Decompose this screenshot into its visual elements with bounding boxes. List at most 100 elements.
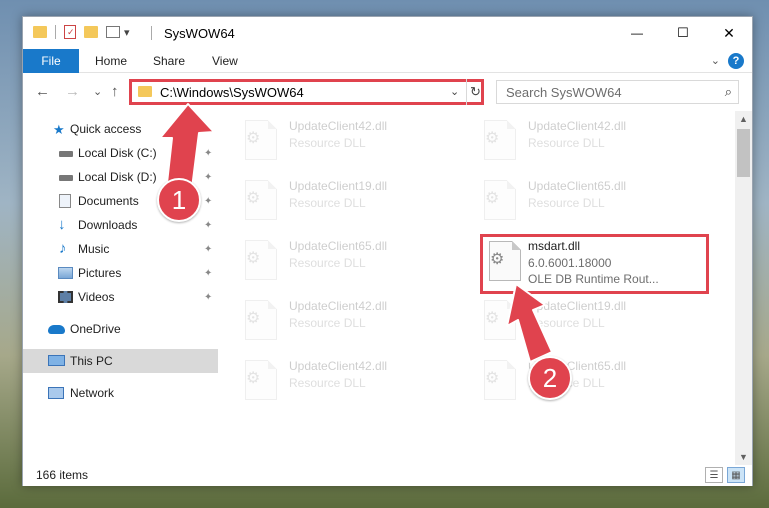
explorer-window: ✓ ▾ SysWOW64 — ☐ ✕ File Home Share View … — [22, 16, 753, 486]
tab-view[interactable]: View — [212, 49, 238, 73]
sidebar-item-label: Local Disk (C:) — [78, 146, 157, 160]
minimize-button[interactable]: — — [614, 17, 660, 49]
tab-share[interactable]: Share — [153, 49, 185, 73]
quick-access-toolbar: ✓ ▾ — [33, 25, 130, 39]
sidebar-item-label: OneDrive — [70, 322, 121, 336]
up-button[interactable]: ↑ — [111, 83, 119, 100]
address-path[interactable]: C:\Windows\SysWOW64 — [160, 85, 304, 100]
customize-toolbar-icon[interactable] — [106, 26, 120, 38]
file-tile[interactable]: ⚙ UpdateClient65.dll Resource DLL — [478, 175, 698, 229]
file-version: 6.0.6001.18000 — [528, 256, 612, 270]
sidebar-item-label: Network — [70, 386, 115, 400]
status-bar: 166 items ☰ ▦ — [23, 465, 752, 486]
drive-icon — [59, 175, 73, 181]
documents-icon — [59, 194, 71, 208]
pin-icon[interactable]: ✦ — [204, 172, 212, 183]
vertical-scrollbar[interactable]: ▲ ▼ — [735, 111, 752, 465]
tab-home[interactable]: Home — [95, 49, 127, 73]
tiles-view-icon[interactable]: ▦ — [727, 467, 745, 483]
sidebar-item-local-disk-c[interactable]: Local Disk (C:) ✦ — [23, 141, 218, 165]
pin-icon[interactable]: ✦ — [204, 268, 212, 279]
computer-icon — [48, 355, 65, 366]
title-bar: ✓ ▾ SysWOW64 — ☐ ✕ — [23, 17, 752, 49]
file-tile[interactable]: ⚙ UpdateClient42.dll Resource DLL — [239, 115, 459, 169]
file-tile[interactable]: ⚙ UpdateClient42.dll Resource DLL — [239, 295, 459, 349]
ribbon-tabs: File Home Share View ⌄ ? — [23, 49, 752, 73]
separator — [151, 26, 152, 40]
file-tile[interactable]: ⚙ UpdateClient19.dll Resource DLL — [478, 295, 698, 349]
videos-icon — [58, 291, 73, 303]
scroll-down-icon[interactable]: ▼ — [739, 452, 748, 462]
sidebar-item-videos[interactable]: Videos ✦ — [23, 285, 218, 309]
search-icon[interactable]: ⌕ — [725, 84, 732, 100]
file-tile[interactable]: ⚙ UpdateClient42.dll Resource DLL — [239, 355, 459, 409]
scrollbar-thumb[interactable] — [737, 129, 750, 177]
sidebar-item-pictures[interactable]: Pictures ✦ — [23, 261, 218, 285]
file-tile[interactable]: ⚙ UpdateClient19.dll Resource DLL — [239, 175, 459, 229]
close-button[interactable]: ✕ — [706, 17, 752, 49]
sidebar-item-label: Pictures — [78, 266, 122, 280]
file-tile[interactable]: ⚙ UpdateClient65.dll Resource DLL — [478, 355, 698, 409]
pin-icon[interactable]: ✦ — [204, 196, 212, 207]
properties-icon[interactable]: ✓ — [64, 25, 76, 39]
file-tile-msdart[interactable]: ⚙ msdart.dll 6.0.6001.18000 OLE DB Runti… — [480, 234, 709, 294]
search-input[interactable]: Search SysWOW64 ⌕ — [496, 80, 739, 104]
sidebar-item-onedrive[interactable]: OneDrive — [23, 317, 218, 341]
sidebar-item-this-pc[interactable]: This PC — [23, 349, 218, 373]
item-count: 166 items — [36, 468, 89, 482]
recent-locations-button[interactable]: ⌄ — [93, 85, 102, 98]
pin-icon[interactable]: ✦ — [204, 244, 212, 255]
file-tile[interactable]: ⚙ UpdateClient65.dll Resource DLL — [239, 235, 459, 289]
maximize-icon: ☐ — [677, 25, 689, 40]
sidebar-item-label: Videos — [78, 290, 115, 304]
file-name: UpdateClient19.dll — [528, 299, 627, 313]
pin-icon[interactable]: ✦ — [204, 292, 212, 303]
gear-icon: ⚙ — [246, 190, 261, 207]
file-type: Resource DLL — [289, 196, 366, 210]
file-name: UpdateClient65.dll — [528, 179, 627, 193]
back-button[interactable]: ← — [35, 83, 50, 100]
file-type: Resource DLL — [528, 316, 605, 330]
file-type: Resource DLL — [528, 136, 605, 150]
gear-icon: ⚙ — [485, 130, 500, 147]
forward-button[interactable]: → — [65, 83, 80, 100]
gear-icon: ⚙ — [485, 370, 500, 387]
scroll-up-icon[interactable]: ▲ — [739, 114, 748, 124]
ribbon-expand-icon[interactable]: ⌄ — [711, 54, 720, 67]
chevron-down-icon[interactable]: ▾ — [124, 26, 130, 39]
navigation-bar: ← → ⌄ ↑ C:\Windows\SysWOW64 ⌄ ↻ Search S… — [23, 74, 752, 110]
pin-icon[interactable]: ✦ — [204, 148, 212, 159]
cloud-icon — [48, 325, 65, 334]
folder-icon[interactable] — [33, 26, 47, 38]
maximize-button[interactable]: ☐ — [660, 17, 706, 49]
details-view-icon[interactable]: ☰ — [705, 467, 723, 483]
file-description: OLE DB Runtime Rout... — [528, 272, 659, 286]
tab-file[interactable]: File — [23, 49, 79, 73]
file-name: UpdateClient42.dll — [289, 299, 388, 313]
sidebar-item-quick-access[interactable]: ★ Quick access — [23, 117, 218, 141]
sidebar-item-label: Quick access — [70, 122, 142, 136]
sidebar-item-network[interactable]: Network — [23, 381, 218, 405]
navigation-pane: ★ Quick access Local Disk (C:) ✦ Local D… — [23, 111, 218, 465]
new-folder-icon[interactable] — [84, 26, 98, 38]
file-type: Resource DLL — [528, 196, 605, 210]
file-tile[interactable]: ⚙ UpdateClient42.dll Resource DLL — [478, 115, 698, 169]
step-2-badge: 2 — [528, 356, 572, 400]
address-bar[interactable]: C:\Windows\SysWOW64 ⌄ ↻ — [129, 79, 484, 105]
pin-icon[interactable]: ✦ — [204, 220, 212, 231]
file-type: Resource DLL — [289, 256, 366, 270]
file-name: UpdateClient19.dll — [289, 179, 388, 193]
gear-icon: ⚙ — [485, 190, 500, 207]
refresh-button[interactable]: ↻ — [466, 79, 484, 105]
help-icon[interactable]: ? — [728, 53, 744, 69]
sidebar-item-label: This PC — [70, 354, 113, 368]
sidebar-item-music[interactable]: ♪ Music ✦ — [23, 237, 218, 261]
sidebar-item-label: Downloads — [78, 218, 138, 232]
chevron-down-icon[interactable]: ⌄ — [450, 85, 459, 98]
window-title: SysWOW64 — [164, 26, 235, 41]
downloads-icon: ↓ — [58, 216, 66, 233]
file-list: ⚙ UpdateClient42.dll Resource DLL ⚙ Upda… — [219, 111, 735, 465]
file-type: Resource DLL — [289, 376, 366, 390]
network-icon — [48, 387, 64, 399]
folder-icon — [138, 86, 152, 97]
